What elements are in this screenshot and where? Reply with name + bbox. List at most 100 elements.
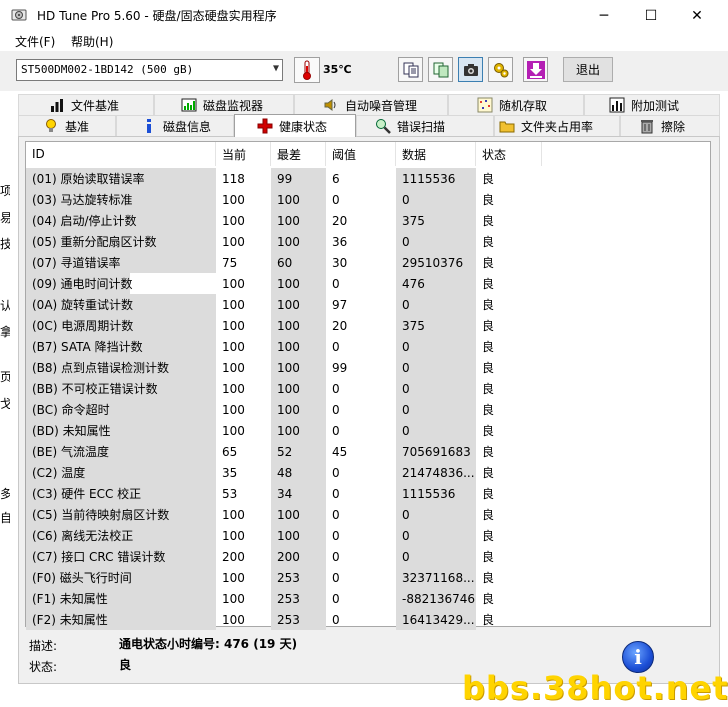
exit-button[interactable]: 退出 — [563, 57, 613, 82]
cell-status: 良 — [482, 277, 495, 291]
table-row[interactable]: (09) 通电时间计数 100 100 0 476 良 — [26, 273, 710, 294]
cell-worst: 99 — [271, 168, 326, 189]
screenshot-button[interactable] — [458, 57, 483, 82]
close-button[interactable]: ✕ — [674, 0, 720, 31]
table-row[interactable]: (BE) 气流温度 65 52 45 705691683 良 — [26, 441, 710, 462]
watermark-text: bbs.38hot.net — [462, 669, 728, 707]
copy-screenshot-button[interactable] — [428, 57, 453, 82]
column-header-data[interactable]: 数据 — [396, 142, 476, 166]
table-row[interactable]: (03) 马达旋转标准 100 100 0 0 良 — [26, 189, 710, 210]
options-button[interactable] — [488, 57, 513, 82]
cell-status: 良 — [482, 466, 495, 480]
cell-current: 100 — [222, 402, 245, 417]
table-row[interactable]: (0A) 旋转重试计数 100 100 97 0 良 — [26, 294, 710, 315]
table-row[interactable]: (C7) 接口 CRC 错误计数 200 200 0 0 良 — [26, 546, 710, 567]
tab-benchmark[interactable]: 基准 — [18, 115, 116, 136]
column-header-id[interactable]: ID — [26, 142, 216, 166]
tab-file-benchmark[interactable]: 文件基准 — [18, 94, 154, 115]
table-row[interactable]: (04) 启动/停止计数 100 100 20 375 良 — [26, 210, 710, 231]
copy-green-icon — [433, 62, 448, 77]
table-row[interactable]: (C5) 当前待映射扇区计数 100 100 0 0 良 — [26, 504, 710, 525]
cell-id: (0C) 电源周期计数 — [26, 315, 216, 336]
column-header-current[interactable]: 当前 — [216, 142, 271, 166]
cell-current: 100 — [222, 612, 245, 627]
cell-data: 32371168... — [396, 567, 476, 588]
table-row[interactable]: (BB) 不可校正错误计数 100 100 0 0 良 — [26, 378, 710, 399]
cell-worst: 100 — [271, 525, 326, 546]
temperature-value: 35℃ — [323, 63, 352, 76]
table-row[interactable]: (0C) 电源周期计数 100 100 20 375 良 — [26, 315, 710, 336]
table-row[interactable]: (B7) SATA 降挡计数 100 100 0 0 良 — [26, 336, 710, 357]
cell-worst: 100 — [271, 399, 326, 420]
cell-threshold: 6 — [332, 171, 340, 186]
cell-threshold: 97 — [332, 297, 348, 312]
cell-current: 65 — [222, 444, 238, 459]
cell-id: (01) 原始读取错误率 — [26, 168, 216, 189]
health-panel: ID 当前 最差 阈值 数据 状态 (01) 原始读取错误率 118 99 6 1115… — [18, 136, 720, 684]
cell-current: 200 — [222, 549, 245, 564]
tab-folder-usage[interactable]: 文件夹占用率 — [494, 115, 620, 136]
cell-id: (C7) 接口 CRC 错误计数 — [26, 546, 216, 567]
column-header-status[interactable]: 状态 — [476, 142, 542, 166]
cell-status: 良 — [482, 424, 495, 438]
table-row[interactable]: (BD) 未知属性 100 100 0 0 良 — [26, 420, 710, 441]
tab-extra-tests[interactable]: 附加测试 — [584, 94, 720, 115]
tab-error-scan[interactable]: 错误扫描 — [356, 115, 494, 136]
tab-label: 错误扫描 — [397, 119, 446, 134]
tab-random-access[interactable]: 随机存取 — [448, 94, 584, 115]
cell-worst: 48 — [271, 462, 326, 483]
magnifier-icon — [376, 119, 391, 134]
cell-status: 良 — [482, 382, 495, 396]
cell-current: 100 — [222, 276, 245, 291]
cell-data: 0 — [396, 420, 476, 441]
description-label: 描述: — [29, 639, 58, 653]
table-row[interactable]: (BC) 命令超时 100 100 0 0 良 — [26, 399, 710, 420]
copy-info-button[interactable] — [398, 57, 423, 82]
tab-erase[interactable]: 擦除 — [620, 115, 720, 136]
cell-threshold: 0 — [332, 612, 340, 627]
cell-current: 100 — [222, 318, 245, 333]
cell-status: 良 — [482, 361, 495, 375]
background-text: 技 — [0, 237, 10, 251]
cell-data: 0 — [396, 357, 476, 378]
table-row[interactable]: (F2) 未知属性 100 253 0 16413429... 良 — [26, 609, 710, 630]
table-row[interactable]: (05) 重新分配扇区计数 100 100 36 0 良 — [26, 231, 710, 252]
tab-label: 基准 — [65, 119, 90, 134]
maximize-button[interactable]: ☐ — [628, 0, 674, 31]
cell-data: 0 — [396, 336, 476, 357]
camera-icon — [463, 63, 478, 76]
table-row[interactable]: (07) 寻道错误率 75 60 30 29510376 良 — [26, 252, 710, 273]
gears-icon — [493, 62, 508, 77]
cell-threshold: 0 — [332, 507, 340, 522]
save-button[interactable] — [523, 57, 548, 82]
tab-health[interactable]: 健康状态 — [234, 114, 356, 137]
window-title: HD Tune Pro 5.60 - 硬盘/固态硬盘实用程序 — [37, 9, 277, 23]
table-row[interactable]: (B8) 点到点错误检测计数 100 100 99 0 良 — [26, 357, 710, 378]
app-icon — [11, 9, 27, 21]
cell-worst: 60 — [271, 252, 326, 273]
cell-id: (C5) 当前待映射扇区计数 — [26, 504, 216, 525]
tab-noise-management[interactable]: 自动噪音管理 — [294, 94, 448, 115]
minimize-button[interactable]: ─ — [581, 0, 627, 31]
table-row[interactable]: (01) 原始读取错误率 118 99 6 1115536 良 — [26, 168, 710, 189]
tab-disk-monitor[interactable]: 磁盘监视器 — [154, 94, 294, 115]
cell-threshold: 36 — [332, 234, 348, 249]
column-header-worst[interactable]: 最差 — [271, 142, 326, 166]
cell-data: 0 — [396, 546, 476, 567]
table-row[interactable]: (C2) 温度 35 48 0 21474836... 良 — [26, 462, 710, 483]
cell-worst: 253 — [271, 567, 326, 588]
cell-worst: 100 — [271, 504, 326, 525]
column-header-threshold[interactable]: 阈值 — [326, 142, 396, 166]
menu-file[interactable]: 文件(F) — [15, 33, 55, 50]
chevron-down-icon: ▼ — [272, 63, 279, 74]
background-text: 页 — [0, 370, 10, 384]
table-row[interactable]: (F1) 未知属性 100 253 0 -882136746 良 — [26, 588, 710, 609]
drive-select[interactable]: ST500DM002-1BD142 (500 gB) ▼ — [16, 59, 283, 81]
cell-data: 1115536 — [396, 483, 476, 504]
table-row[interactable]: (C3) 硬件 ECC 校正 53 34 0 1115536 良 — [26, 483, 710, 504]
table-row[interactable]: (C6) 离线无法校正 100 100 0 0 良 — [26, 525, 710, 546]
menu-help[interactable]: 帮助(H) — [71, 33, 113, 50]
tab-disk-info[interactable]: 磁盘信息 — [116, 115, 234, 136]
table-row[interactable]: (F0) 磁头飞行时间 100 253 0 32371168... 良 — [26, 567, 710, 588]
cell-id: (B7) SATA 降挡计数 — [26, 336, 216, 357]
